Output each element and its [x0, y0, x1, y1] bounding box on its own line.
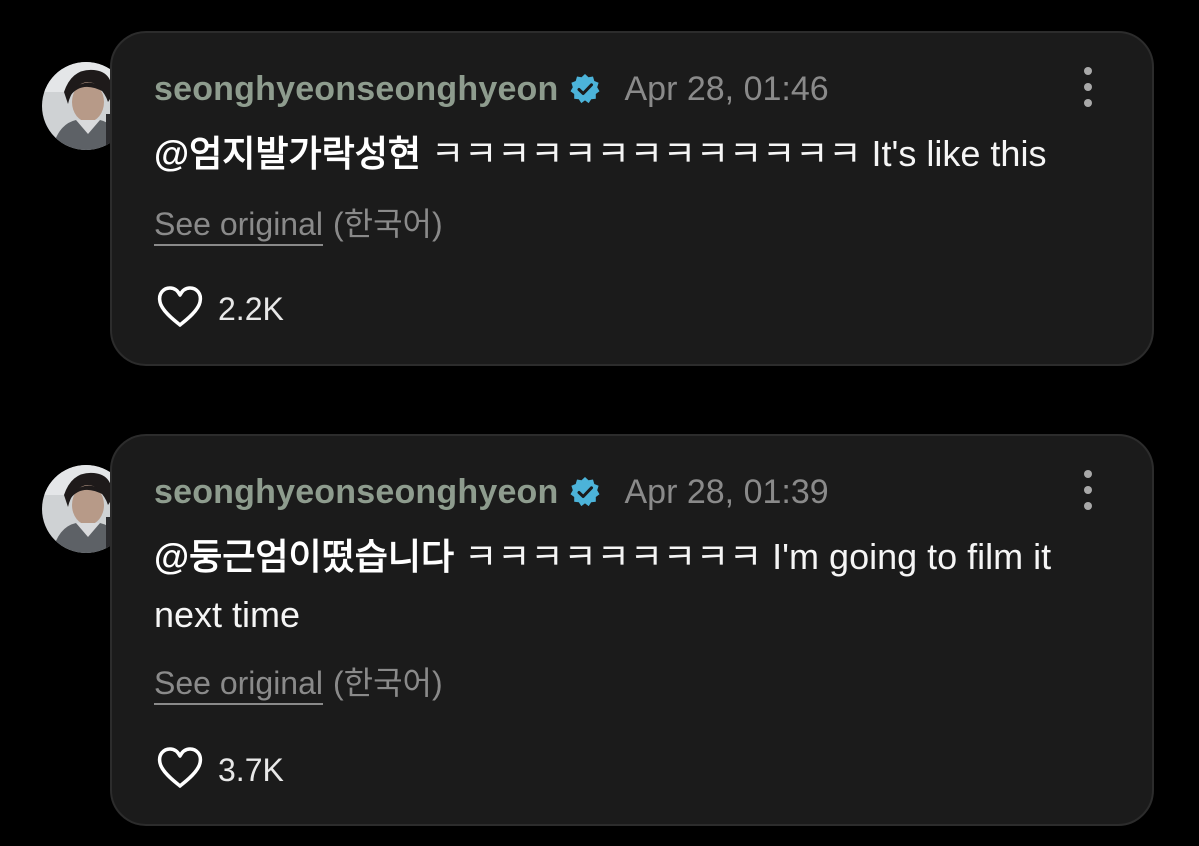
language-label: (한국어)	[333, 665, 443, 701]
see-original-link[interactable]: See original	[154, 665, 323, 705]
comment-text: @엄지발가락성현 ㅋㅋㅋㅋㅋㅋㅋㅋㅋㅋㅋㅋㅋ It's like this	[154, 125, 1116, 183]
language-label: (한국어)	[333, 206, 443, 242]
more-options-button[interactable]	[1078, 67, 1098, 107]
see-original-link[interactable]: See original	[154, 206, 323, 246]
more-options-button[interactable]	[1078, 470, 1098, 510]
like-button[interactable]: 2.2K	[156, 285, 284, 334]
like-count: 3.7K	[218, 752, 284, 788]
verified-badge-icon	[569, 476, 601, 508]
mention-link[interactable]: @둥근엄이떴습니다	[154, 536, 454, 577]
more-dots-icon	[1084, 67, 1092, 75]
verified-badge-icon	[569, 73, 601, 105]
username[interactable]: seonghyeonseonghyeon	[154, 473, 559, 512]
translation-row: See original (한국어)	[154, 658, 443, 705]
comment-header: seonghyeonseonghyeon Apr 28, 01:46	[154, 67, 829, 111]
timestamp: Apr 28, 01:39	[624, 472, 829, 511]
mention-link[interactable]: @엄지발가락성현	[154, 133, 421, 174]
comment-header: seonghyeonseonghyeon Apr 28, 01:39	[154, 470, 829, 514]
like-count: 2.2K	[218, 291, 284, 327]
username[interactable]: seonghyeonseonghyeon	[154, 70, 559, 109]
heart-icon[interactable]	[156, 285, 204, 334]
translation-row: See original (한국어)	[154, 199, 443, 246]
comment-bubble: seonghyeonseonghyeon Apr 28, 01:46 @엄지발가…	[110, 31, 1154, 366]
heart-icon[interactable]	[156, 746, 204, 795]
more-dots-icon	[1084, 470, 1092, 478]
comment-body: ㅋㅋㅋㅋㅋㅋㅋㅋㅋㅋㅋㅋㅋ It's like this	[430, 133, 1047, 174]
comment-text: @둥근엄이떴습니다 ㅋㅋㅋㅋㅋㅋㅋㅋㅋ I'm going to film it…	[154, 528, 1116, 644]
timestamp: Apr 28, 01:46	[624, 69, 829, 108]
comment-bubble: seonghyeonseonghyeon Apr 28, 01:39 @둥근엄이…	[110, 434, 1154, 826]
like-button[interactable]: 3.7K	[156, 746, 284, 795]
